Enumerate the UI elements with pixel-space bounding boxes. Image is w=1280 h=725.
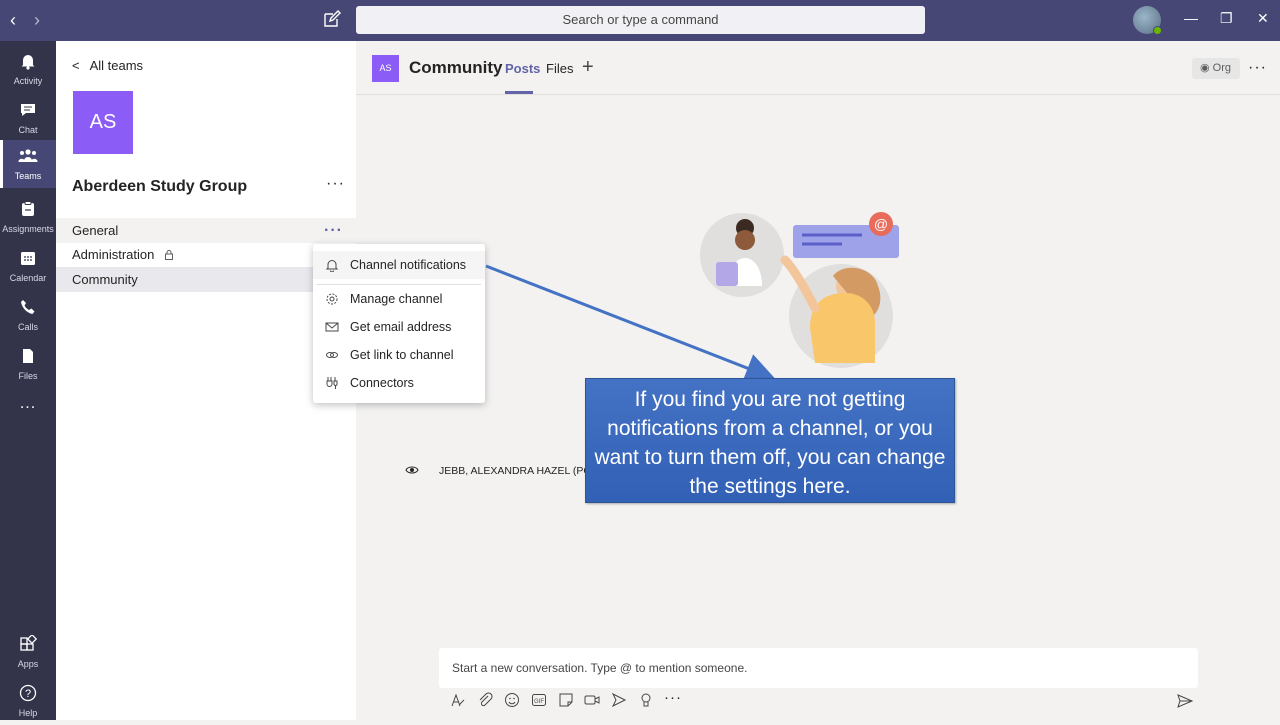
menu-item-label: Channel notifications bbox=[350, 258, 467, 272]
channel-label: General bbox=[72, 223, 119, 238]
attach-icon[interactable] bbox=[477, 692, 493, 708]
rail-help[interactable]: ? Help bbox=[0, 677, 56, 725]
add-tab-icon[interactable]: + bbox=[582, 56, 594, 79]
rail-label: Apps bbox=[17, 659, 39, 669]
bell-icon bbox=[325, 260, 339, 272]
connector-icon bbox=[326, 377, 338, 389]
link-icon bbox=[326, 352, 338, 358]
annotation-callout: If you find you are not getting notifica… bbox=[585, 378, 955, 503]
menu-item-label: Get link to channel bbox=[350, 348, 454, 362]
member-name: JEBB, ALEXANDRA HAZEL (PGR) bbox=[439, 465, 603, 477]
rail-label: Activity bbox=[13, 76, 43, 86]
title-bar: ‹ › Search or type a command — ❐ ✕ bbox=[0, 0, 1280, 41]
team-avatar: AS bbox=[73, 91, 133, 154]
teams-icon bbox=[18, 149, 38, 162]
more-apps-button[interactable]: ... bbox=[0, 395, 56, 423]
rail-chat[interactable]: Chat bbox=[0, 94, 56, 142]
rail-calendar[interactable]: Calendar bbox=[0, 242, 56, 290]
app-bar: Activity Chat Teams Assignments Calendar… bbox=[0, 41, 56, 720]
user-avatar[interactable] bbox=[1133, 6, 1162, 35]
tab-posts[interactable]: Posts bbox=[505, 61, 540, 76]
format-icon[interactable] bbox=[450, 692, 466, 708]
rail-label: Calendar bbox=[9, 273, 47, 283]
close-icon[interactable]: ✕ bbox=[1257, 10, 1269, 27]
rail-label: Chat bbox=[18, 125, 38, 135]
rail-assignments[interactable]: Assignments bbox=[0, 193, 56, 241]
menu-channel-notifications[interactable]: Channel notifications bbox=[313, 251, 485, 279]
sticker-icon[interactable] bbox=[558, 692, 574, 708]
chevron-left-icon: < bbox=[72, 58, 80, 73]
apps-icon bbox=[20, 633, 38, 651]
channel-avatar: AS bbox=[372, 55, 399, 82]
menu-item-label: Manage channel bbox=[350, 292, 443, 306]
meet-now-icon[interactable] bbox=[584, 692, 600, 708]
channel-header: AS Community Posts Files + ◉ Org ··· bbox=[356, 41, 1280, 95]
forward-arrow-icon[interactable]: › bbox=[34, 10, 40, 31]
menu-item-label: Connectors bbox=[350, 376, 414, 390]
phone-icon bbox=[21, 300, 35, 314]
presence-available-icon bbox=[1153, 26, 1162, 35]
svg-text:GIF: GIF bbox=[534, 699, 544, 705]
welcome-illustration: @ bbox=[700, 212, 899, 368]
file-icon bbox=[23, 349, 33, 363]
menu-manage-channel[interactable]: Manage channel bbox=[313, 285, 485, 313]
new-conversation-input[interactable]: Start a new conversation. Type @ to ment… bbox=[439, 648, 1198, 688]
channel-label: Administration bbox=[72, 247, 155, 262]
lock-icon bbox=[165, 250, 173, 260]
rail-teams[interactable]: Teams bbox=[0, 140, 56, 188]
send-icon[interactable] bbox=[1177, 693, 1193, 709]
assignments-icon bbox=[22, 201, 34, 216]
team-panel: < All teams AS Aberdeen Study Group ··· G… bbox=[56, 41, 356, 720]
channel-administration[interactable]: Administration bbox=[56, 242, 356, 267]
restore-icon[interactable]: ❐ bbox=[1220, 10, 1233, 27]
minimize-icon[interactable]: — bbox=[1184, 10, 1198, 26]
org-label: Org bbox=[1212, 62, 1232, 74]
active-tab-indicator bbox=[505, 91, 533, 94]
eye-icon: ◉ bbox=[1200, 62, 1210, 74]
rail-activity[interactable]: Activity bbox=[0, 45, 56, 93]
mail-icon bbox=[325, 322, 339, 332]
team-name: Aberdeen Study Group bbox=[72, 178, 248, 195]
rail-label: Calls bbox=[17, 322, 38, 332]
gear-icon bbox=[326, 293, 338, 305]
search-input[interactable]: Search or type a command bbox=[356, 6, 925, 34]
team-more-options-icon[interactable]: ··· bbox=[326, 175, 345, 193]
channel-title: Community bbox=[409, 58, 503, 77]
rail-apps[interactable]: Apps bbox=[0, 628, 56, 676]
more-options-icon[interactable]: ··· bbox=[664, 689, 682, 706]
rail-label: Assignments bbox=[2, 224, 54, 234]
help-icon: ? bbox=[19, 684, 37, 702]
channel-label: Community bbox=[72, 272, 138, 287]
channel-more-options-icon[interactable]: ··· bbox=[324, 218, 343, 243]
compose-icon[interactable] bbox=[322, 9, 342, 34]
all-teams-label: All teams bbox=[89, 58, 144, 73]
tab-files[interactable]: Files bbox=[546, 61, 573, 76]
rail-files[interactable]: Files bbox=[0, 340, 56, 388]
bell-icon bbox=[21, 55, 35, 70]
channel-community[interactable]: Community bbox=[56, 267, 356, 292]
svg-text:@: @ bbox=[874, 216, 888, 232]
org-button[interactable]: ◉ Org bbox=[1192, 58, 1240, 79]
stream-icon[interactable] bbox=[611, 692, 627, 708]
menu-get-link[interactable]: Get link to channel bbox=[313, 341, 485, 369]
chat-icon bbox=[21, 104, 35, 116]
channel-general[interactable]: General ··· bbox=[56, 218, 356, 243]
all-teams-link[interactable]: < All teams bbox=[72, 58, 143, 73]
header-more-options-icon[interactable]: ··· bbox=[1248, 59, 1267, 77]
svg-text:?: ? bbox=[25, 688, 31, 700]
menu-get-email-address[interactable]: Get email address bbox=[313, 313, 485, 341]
praise-icon[interactable] bbox=[638, 692, 654, 708]
calendar-icon bbox=[21, 252, 35, 265]
gif-icon[interactable]: GIF bbox=[531, 692, 547, 708]
menu-connectors[interactable]: Connectors bbox=[313, 369, 485, 397]
rail-label: Files bbox=[18, 371, 38, 381]
back-arrow-icon[interactable]: ‹ bbox=[10, 10, 16, 31]
eye-icon bbox=[405, 463, 419, 482]
channel-context-menu: Channel notifications Manage channel Get… bbox=[313, 244, 485, 403]
rail-label: Teams bbox=[14, 171, 42, 181]
rail-label: Help bbox=[18, 708, 38, 718]
rail-calls[interactable]: Calls bbox=[0, 291, 56, 339]
emoji-icon[interactable] bbox=[504, 692, 520, 708]
menu-item-label: Get email address bbox=[350, 320, 452, 334]
